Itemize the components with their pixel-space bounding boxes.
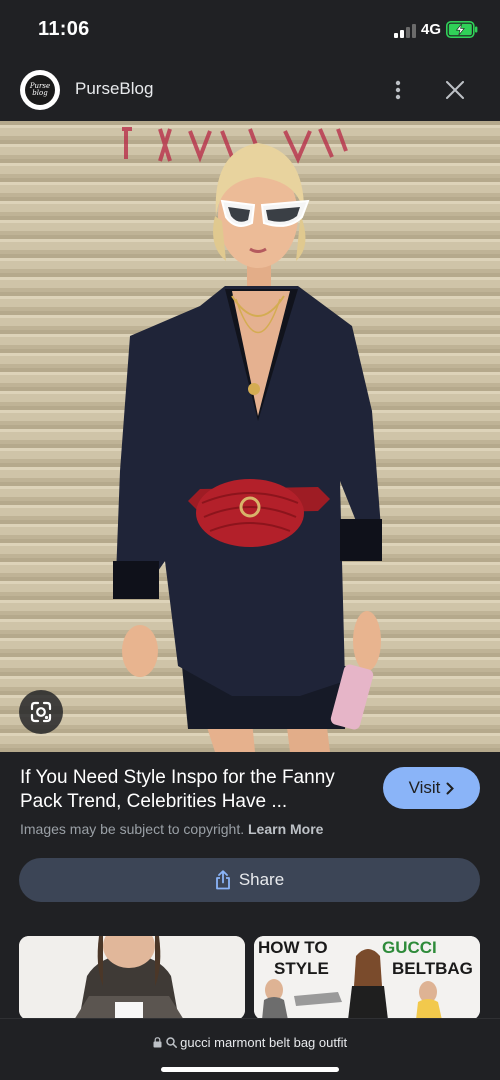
related-text-beltbag: BELTBAG	[392, 959, 473, 978]
lock-icon	[153, 1037, 162, 1048]
learn-more-link[interactable]: Learn More	[248, 821, 323, 837]
related-text-how-to: HOW TO	[258, 938, 328, 957]
bottom-address-bar[interactable]: gucci marmont belt bag outfit	[0, 1018, 500, 1080]
search-icon	[165, 1037, 177, 1048]
more-options-button[interactable]	[382, 74, 414, 106]
fashion-photo	[0, 121, 500, 752]
main-image[interactable]	[0, 121, 500, 752]
share-icon	[215, 870, 230, 890]
share-label: Share	[238, 870, 285, 889]
copyright-text: Images may be subject to copyright.	[20, 821, 245, 837]
status-time: 11:06	[38, 18, 90, 40]
battery-charging-icon	[446, 21, 478, 38]
app-header: Purse blog PurseBlog	[0, 60, 500, 120]
source-name[interactable]: PurseBlog	[75, 79, 153, 99]
close-button[interactable]	[439, 74, 471, 106]
related-photo-2: HOW TO STYLE GUCCI BELTBAG	[254, 936, 480, 1020]
copyright-notice: Images may be subject to copyright. Lear…	[20, 821, 323, 837]
logo-text: Purse blog	[29, 82, 51, 97]
network-label: 4G	[421, 21, 442, 38]
home-indicator[interactable]	[161, 1067, 339, 1072]
chevron-right-icon	[446, 782, 455, 794]
visit-label: Visit	[408, 778, 441, 797]
more-vert-icon	[395, 80, 401, 100]
related-text-gucci: GUCCI	[382, 938, 437, 957]
source-logo[interactable]: Purse blog	[20, 70, 60, 110]
related-text-style: STYLE	[274, 959, 329, 978]
share-button[interactable]: Share	[19, 858, 480, 902]
related-photo-1	[19, 936, 245, 1020]
google-lens-button[interactable]	[19, 690, 63, 734]
related-image-2[interactable]: HOW TO STYLE GUCCI BELTBAG	[254, 936, 480, 1020]
url-text: gucci marmont belt bag outfit	[180, 1035, 348, 1050]
url-display[interactable]: gucci marmont belt bag outfit	[0, 1035, 500, 1050]
visit-button[interactable]: Visit	[383, 767, 480, 809]
result-title[interactable]: If You Need Style Inspo for the Fanny Pa…	[20, 766, 370, 814]
google-lens-icon	[30, 701, 52, 723]
signal-icon	[394, 24, 418, 38]
status-bar: 11:06 4G	[0, 0, 500, 60]
close-icon	[446, 81, 464, 99]
related-image-1[interactable]	[19, 936, 245, 1020]
